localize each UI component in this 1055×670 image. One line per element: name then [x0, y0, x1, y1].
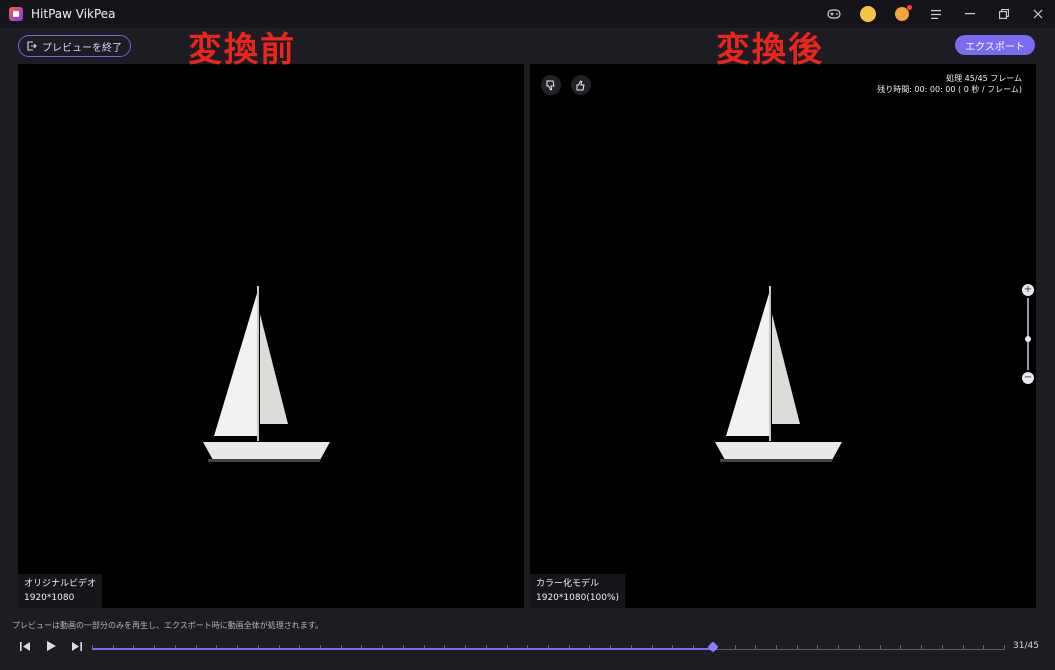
timeline-tick — [610, 645, 611, 649]
timeline-tick — [92, 645, 93, 649]
timeline-tick — [589, 645, 590, 649]
processed-frames: 処理 45/45 フレーム — [946, 74, 1022, 83]
colorized-resolution: 1920*1080(100%) — [536, 593, 620, 603]
zoom-handle[interactable] — [1025, 336, 1031, 342]
gift-icon[interactable] — [851, 0, 885, 28]
timeline-scrubber[interactable] — [92, 641, 1005, 655]
timeline-tick — [963, 645, 964, 649]
feedback-buttons — [541, 75, 591, 95]
timeline-tick — [341, 645, 342, 649]
timeline-tick — [403, 645, 404, 649]
timeline-tick — [465, 645, 466, 649]
processing-info: 処理 45/45 フレーム 残り時間: 00: 00: 00 ( 0 秒 / フ… — [877, 73, 1022, 95]
timeline-tick — [444, 645, 445, 649]
preview-hint: プレビューは動画の一部分のみを再生し、エクスポート時に動画全体が処理されます。 — [12, 621, 323, 630]
zoom-out-icon[interactable]: − — [1022, 372, 1034, 384]
playback-bar: プレビューは動画の一部分のみを再生し、エクスポート時に動画全体が処理されます。 … — [0, 615, 1055, 670]
restore-icon[interactable] — [987, 0, 1021, 28]
window-title: HitPaw VikPea — [31, 7, 116, 21]
exit-icon — [27, 41, 37, 51]
end-preview-button[interactable]: プレビューを終了 — [18, 35, 131, 57]
previous-frame-icon[interactable] — [18, 639, 32, 653]
timeline-tick — [797, 645, 798, 649]
minimize-icon[interactable] — [953, 0, 987, 28]
colorized-model-name: カラー化モデル — [536, 579, 600, 589]
timeline-tick — [424, 645, 425, 649]
original-video-resolution: 1920*1080 — [24, 593, 75, 603]
timeline-tick — [237, 645, 238, 649]
timeline-tick — [299, 645, 300, 649]
timeline-tick — [817, 645, 818, 649]
original-video-name: オリジナルビデオ — [24, 579, 97, 589]
timeline-tick — [983, 645, 984, 649]
zoom-in-icon[interactable]: + — [1022, 284, 1034, 296]
timeline-tick — [672, 645, 673, 649]
colorized-video-badge: カラー化モデル 1920*1080(100%) — [530, 574, 626, 608]
close-icon[interactable] — [1021, 0, 1055, 28]
timeline-tick — [859, 645, 860, 649]
timeline-tick — [652, 645, 653, 649]
timeline-tick — [942, 645, 943, 649]
menu-icon[interactable] — [919, 0, 953, 28]
timeline-tick — [631, 645, 632, 649]
timeline-tick — [1004, 645, 1005, 649]
zoom-slider[interactable]: + − — [1022, 284, 1034, 384]
timeline-tick — [361, 645, 362, 649]
end-preview-label: プレビューを終了 — [42, 42, 122, 54]
user-icon[interactable] — [885, 0, 919, 28]
timeline-tick — [279, 645, 280, 649]
original-video-frame: .L .c-sky{fill:#3a3a3a}.L .c-forest{fill… — [18, 64, 524, 608]
timeline-tick — [507, 645, 508, 649]
remaining-time: 残り時間: 00: 00: 00 ( 0 秒 / フレーム) — [877, 85, 1022, 94]
timeline-tick — [258, 645, 259, 649]
colorized-video-panel: .R .c-sky{fill:#2e4a38}.R .c-forest{fill… — [530, 64, 1036, 608]
playback-controls — [18, 639, 84, 653]
timeline-tick — [900, 645, 901, 649]
zoom-track[interactable] — [1027, 298, 1029, 370]
original-video-badge: オリジナルビデオ 1920*1080 — [18, 574, 103, 608]
app-logo-icon — [9, 7, 23, 21]
timeline-tick — [548, 645, 549, 649]
timeline-tick — [527, 645, 528, 649]
timeline-tick — [735, 645, 736, 649]
timeline-tick — [154, 645, 155, 649]
window-controls — [817, 0, 1055, 28]
colorized-video-frame: .R .c-sky{fill:#2e4a38}.R .c-forest{fill… — [530, 64, 1036, 608]
timeline-tick — [196, 645, 197, 649]
timeline-tick — [569, 645, 570, 649]
thumbs-down-icon[interactable] — [541, 75, 561, 95]
timeline-tick — [113, 645, 114, 649]
timeline-handle[interactable] — [707, 641, 719, 653]
timeline-tick — [776, 645, 777, 649]
timeline-tick — [880, 645, 881, 649]
title-bar: HitPaw VikPea — [0, 0, 1055, 28]
timeline-tick — [486, 645, 487, 649]
next-frame-icon[interactable] — [70, 639, 84, 653]
play-icon[interactable] — [44, 639, 58, 653]
timeline-tick — [693, 645, 694, 649]
timeline-tick — [755, 645, 756, 649]
timeline-tick — [133, 645, 134, 649]
timeline-tick — [320, 645, 321, 649]
timeline-tick — [216, 645, 217, 649]
timeline-tick — [382, 645, 383, 649]
frame-counter: 31/45 — [1013, 641, 1039, 651]
after-label: 変換後 — [716, 30, 824, 70]
timeline-tick — [838, 645, 839, 649]
thumbs-up-icon[interactable] — [571, 75, 591, 95]
original-video-panel: .L .c-sky{fill:#3a3a3a}.L .c-forest{fill… — [18, 64, 524, 608]
timeline-tick — [175, 645, 176, 649]
export-button[interactable]: エクスポート — [955, 35, 1035, 55]
before-label: 変換前 — [188, 30, 296, 70]
timeline-tick — [921, 645, 922, 649]
preview-toolbar: プレビューを終了 エクスポート — [0, 28, 1055, 64]
